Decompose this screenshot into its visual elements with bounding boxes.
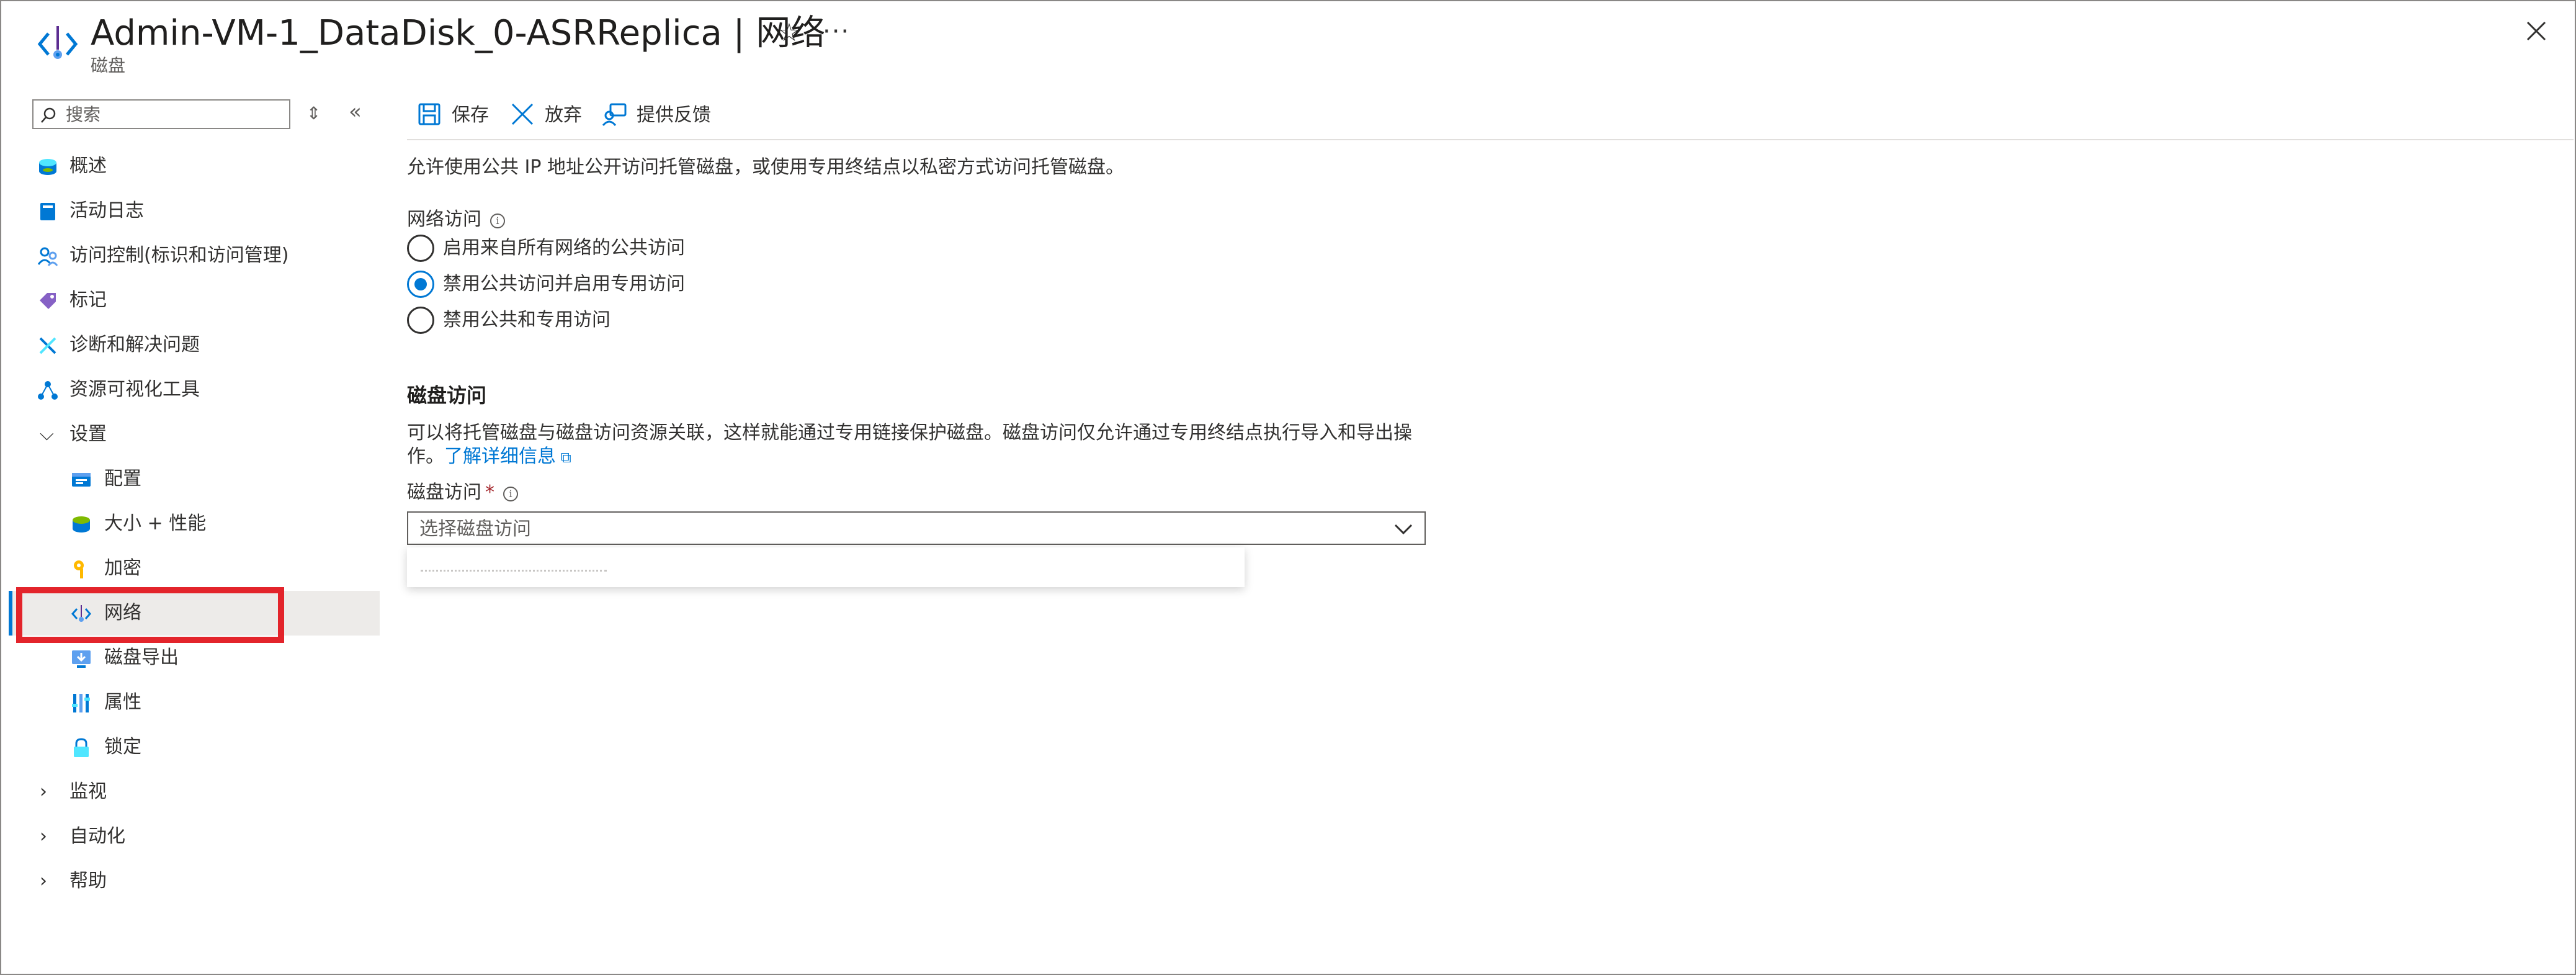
disk-access-heading: 磁盘访问 xyxy=(407,384,487,407)
more-options-button[interactable]: ··· xyxy=(823,16,850,47)
collapse-sidebar-icon[interactable]: « xyxy=(349,99,362,124)
diagnose-icon xyxy=(39,337,56,354)
search-icon xyxy=(41,107,56,123)
sidebar-item-encryption[interactable]: 加密 xyxy=(9,546,380,591)
sidebar-item-tags[interactable]: 标记 xyxy=(9,278,380,323)
sidebar-search[interactable] xyxy=(32,99,290,129)
disk-overview-icon xyxy=(39,159,56,175)
activity-log-icon xyxy=(40,203,55,220)
sidebar-item-overview[interactable]: 概述 xyxy=(9,144,380,189)
disk-export-icon xyxy=(72,650,91,668)
sidebar-item-label: 资源可视化工具 xyxy=(69,379,200,400)
disk-access-field-text: 磁盘访问 xyxy=(407,482,481,503)
properties-icon xyxy=(72,694,90,712)
disk-access-field-label: 磁盘访问 * i xyxy=(407,480,518,505)
radio-disable-all-label[interactable]: 禁用公共和专用访问 xyxy=(443,308,610,333)
radio-private-only[interactable] xyxy=(407,271,434,298)
sidebar-item-label: 监视 xyxy=(69,781,107,802)
sidebar-item-activity-log[interactable]: 活动日志 xyxy=(9,189,380,233)
radio-public-all-label[interactable]: 启用来自所有网络的公共访问 xyxy=(443,236,685,261)
sidebar-item-label: 加密 xyxy=(104,557,141,579)
feedback-icon xyxy=(602,103,627,127)
sidebar-item-label: 诊断和解决问题 xyxy=(69,334,200,356)
chevron-right-icon: › xyxy=(40,870,47,892)
sidebar-item-configuration[interactable]: 配置 xyxy=(9,457,380,501)
dropdown-placeholder: 选择磁盘访问 xyxy=(419,518,531,540)
tag-icon xyxy=(40,293,56,309)
encryption-icon xyxy=(74,560,84,578)
save-icon xyxy=(418,103,441,125)
page-title: Admin-VM-1_DataDisk_0-ASRReplica | 网络 xyxy=(91,13,826,53)
chevron-down-icon xyxy=(1394,524,1413,535)
save-button[interactable]: 保存 xyxy=(417,97,498,132)
sidebar-item-lock[interactable]: 锁定 xyxy=(9,725,380,770)
info-icon[interactable]: i xyxy=(490,213,505,228)
sidebar-item-size-performance[interactable]: 大小 + 性能 xyxy=(9,501,380,546)
chevron-right-icon: › xyxy=(40,825,47,847)
sidebar-item-diagnose[interactable]: 诊断和解决问题 xyxy=(9,323,380,367)
learn-more-link[interactable]: 了解详细信息 xyxy=(444,446,556,467)
sidebar-group-automation[interactable]: › 自动化 xyxy=(9,814,380,859)
page-subtitle: 磁盘 xyxy=(91,55,126,76)
sidebar-item-access-control[interactable]: 访问控制(标识和访问管理) xyxy=(9,233,380,278)
sidebar-item-label: 大小 + 性能 xyxy=(104,513,207,534)
page-description: 允许使用公共 IP 地址公开访问托管磁盘，或使用专用终结点以私密方式访问托管磁盘… xyxy=(407,156,1125,178)
radio-disable-all[interactable] xyxy=(407,307,434,334)
disk-access-description-cont: 作。了解详细信息 ⧉ xyxy=(407,444,571,470)
disk-access-dropdown[interactable]: 选择磁盘访问 xyxy=(407,511,1426,545)
search-input[interactable] xyxy=(66,103,283,125)
discard-button[interactable]: 放弃 xyxy=(510,97,591,132)
sidebar-item-resource-visualizer[interactable]: 资源可视化工具 xyxy=(9,367,380,412)
sidebar-item-label: 属性 xyxy=(104,691,141,713)
save-label: 保存 xyxy=(452,104,489,126)
configuration-icon xyxy=(72,473,91,487)
feedback-label: 提供反馈 xyxy=(637,104,711,126)
required-indicator: * xyxy=(485,482,494,503)
sidebar-item-label: 访问控制(标识和访问管理) xyxy=(69,245,289,266)
resource-visualizer-icon xyxy=(38,381,58,400)
close-icon[interactable] xyxy=(2523,17,2550,45)
sidebar-group-help[interactable]: › 帮助 xyxy=(9,859,380,904)
toolbar-divider xyxy=(407,139,2574,140)
external-link-icon[interactable]: ⧉ xyxy=(556,449,571,466)
sidebar-item-label: 锁定 xyxy=(104,736,141,758)
sidebar-item-label: 帮助 xyxy=(69,870,107,892)
size-performance-icon xyxy=(73,516,90,532)
dropdown-popup[interactable] xyxy=(407,547,1245,587)
sidebar-item-label: 磁盘导出 xyxy=(104,647,179,668)
disk-access-description-end: 作。 xyxy=(407,446,444,467)
access-control-icon xyxy=(37,247,58,266)
disk-access-description: 可以将托管磁盘与磁盘访问资源关联，这样就能通过专用链接保护磁盘。磁盘访问仅允许通… xyxy=(407,422,1412,444)
favorite-star-icon[interactable]: ☆ xyxy=(778,17,800,48)
discard-icon xyxy=(511,103,534,125)
highlight-box xyxy=(16,587,284,643)
sidebar-item-properties[interactable]: 属性 xyxy=(9,680,380,725)
info-icon[interactable]: i xyxy=(503,487,518,501)
sidebar-item-label: 活动日志 xyxy=(69,200,144,222)
discard-label: 放弃 xyxy=(545,104,582,126)
network-icon xyxy=(37,26,78,59)
network-access-text: 网络访问 xyxy=(407,209,481,230)
feedback-button[interactable]: 提供反馈 xyxy=(602,97,726,132)
window-frame xyxy=(0,0,2576,975)
sidebar-nav: 概述 活动日志 访问控制(标识和访问管理) 标记 诊断和解决问题 资源可视化工具 xyxy=(9,144,380,904)
sidebar-item-label: 概述 xyxy=(69,155,107,177)
sort-icon[interactable]: ⇕ xyxy=(306,103,321,124)
chevron-right-icon: › xyxy=(40,781,47,802)
sidebar-group-settings[interactable]: ⌵ 设置 xyxy=(9,412,380,457)
dropdown-option-faded[interactable] xyxy=(421,570,607,574)
network-access-label: 网络访问 i xyxy=(407,207,505,232)
sidebar-item-label: 设置 xyxy=(69,423,107,445)
sidebar-item-label: 标记 xyxy=(69,289,107,311)
radio-public-all[interactable] xyxy=(407,235,434,262)
sidebar-item-label: 自动化 xyxy=(69,825,125,847)
radio-private-only-label[interactable]: 禁用公共访问并启用专用访问 xyxy=(443,272,685,297)
sidebar-group-monitoring[interactable]: › 监视 xyxy=(9,770,380,814)
lock-icon xyxy=(74,738,89,757)
chevron-down-icon: ⌵ xyxy=(40,423,54,445)
sidebar-item-label: 配置 xyxy=(104,468,141,490)
